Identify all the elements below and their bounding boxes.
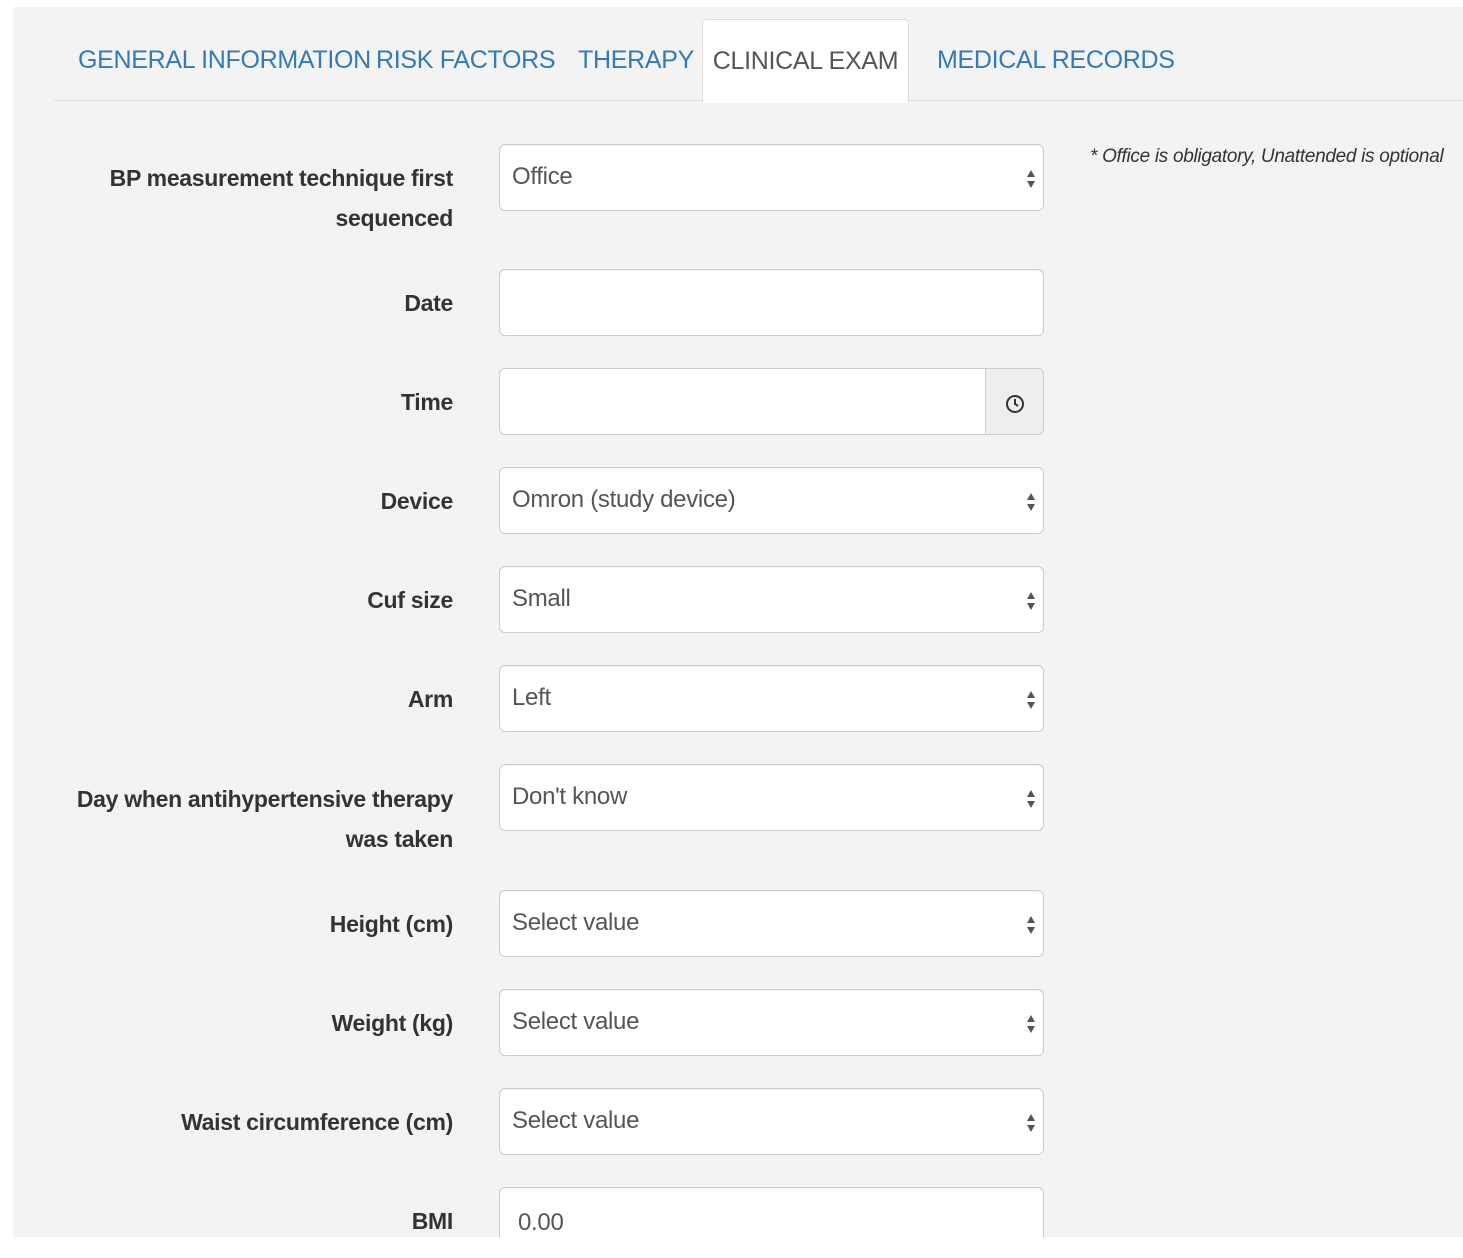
bp-technique-label: BP measurement technique first sequenced: [40, 158, 454, 238]
top-margin: [0, 0, 1463, 7]
time-input[interactable]: [499, 368, 986, 435]
therapy-day-value: Don't know: [512, 783, 627, 810]
time-picker-button[interactable]: [985, 368, 1044, 435]
bmi-value: 0.00: [518, 1209, 564, 1236]
bp-technique-label-line2: sequenced: [335, 205, 454, 231]
device-select[interactable]: Omron (study device): [499, 467, 1044, 534]
bmi-label: BMI: [411, 1208, 454, 1234]
updown-arrows-icon: [1025, 913, 1037, 937]
date-input[interactable]: [499, 269, 1044, 336]
device-value: Omron (study device): [512, 486, 736, 513]
updown-arrows-icon: [1025, 1111, 1037, 1135]
bmi-input[interactable]: 0.00: [499, 1187, 1044, 1237]
updown-arrows-icon: [1025, 787, 1037, 811]
cuf-size-value: Small: [512, 585, 571, 612]
left-margin: [0, 0, 13, 1237]
measurement-note: * Office is obligatory, Unattended is op…: [1090, 146, 1444, 167]
device-label: Device: [380, 488, 454, 514]
bp-technique-label-line1: BP measurement technique first: [109, 165, 454, 191]
waist-value: Select value: [512, 1107, 640, 1134]
updown-arrows-icon: [1025, 589, 1037, 613]
time-input-group: [499, 368, 1044, 435]
bp-technique-value: Office: [512, 163, 573, 190]
updown-arrows-icon: [1025, 688, 1037, 712]
updown-arrows-icon: [1025, 1012, 1037, 1036]
height-select[interactable]: Select value: [499, 890, 1044, 957]
arm-select[interactable]: Left: [499, 665, 1044, 732]
weight-value: Select value: [512, 1008, 640, 1035]
therapy-day-label: Day when antihypertensive therapy was ta…: [40, 779, 453, 859]
therapy-day-select[interactable]: Don't know: [499, 764, 1044, 831]
tab-therapy[interactable]: THERAPY: [578, 19, 694, 102]
weight-label: Weight (kg): [331, 1010, 454, 1036]
bp-technique-select[interactable]: Office: [499, 144, 1044, 211]
arm-value: Left: [512, 684, 551, 711]
cuf-size-label: Cuf size: [367, 587, 453, 613]
tab-general-information[interactable]: GENERAL INFORMATION: [78, 19, 371, 102]
time-label: Time: [400, 389, 453, 415]
therapy-day-label-line2: was taken: [345, 826, 454, 852]
waist-select[interactable]: Select value: [499, 1088, 1044, 1155]
updown-arrows-icon: [1025, 490, 1037, 514]
tab-clinical-exam[interactable]: CLINICAL EXAM: [702, 19, 909, 103]
height-label: Height (cm): [329, 911, 454, 937]
waist-label: Waist circumference (cm): [181, 1109, 453, 1135]
weight-select[interactable]: Select value: [499, 989, 1044, 1056]
therapy-day-label-line1: Day when antihypertensive therapy: [76, 786, 453, 812]
clock-icon: [1006, 395, 1024, 413]
tab-bar: GENERAL INFORMATION RISK FACTORS THERAPY…: [54, 19, 1463, 103]
cuf-size-select[interactable]: Small: [499, 566, 1044, 633]
height-value: Select value: [512, 909, 640, 936]
updown-arrows-icon: [1025, 167, 1037, 191]
date-label: Date: [404, 290, 453, 316]
arm-label: Arm: [407, 686, 453, 712]
tab-risk-factors[interactable]: RISK FACTORS: [376, 19, 556, 102]
tab-medical-records[interactable]: MEDICAL RECORDS: [937, 19, 1175, 102]
